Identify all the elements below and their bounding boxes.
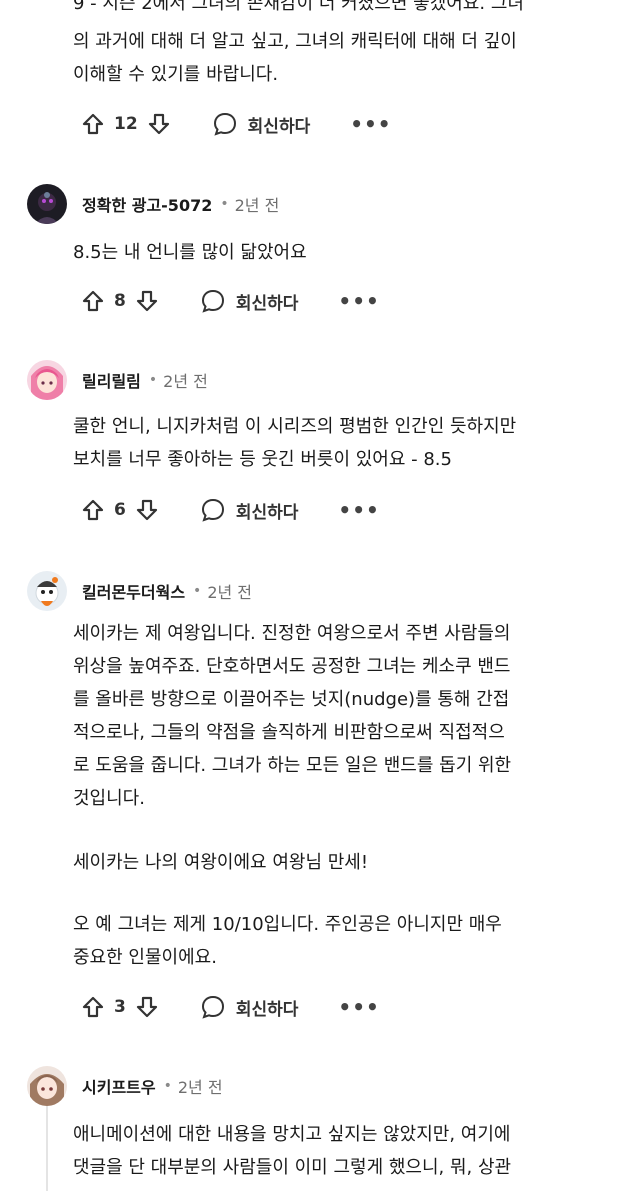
comment-body-line: 쿨한 언니, 니지카처럼 이 시리즈의 평범한 인간인 듯하지만 xyxy=(73,416,517,437)
comment-body-line: 세이카는 제 여왕입니다. 진정한 여왕으로서 주변 사람들의 xyxy=(73,623,511,644)
separator-dot: • xyxy=(193,583,202,599)
timestamp: 2년 전 xyxy=(177,1078,223,1097)
more-options-icon[interactable]: ••• xyxy=(350,114,391,134)
separator-dot: • xyxy=(163,1078,172,1094)
comment-body-line: 세이카는 나의 여왕이에요 여왕님 만세! xyxy=(73,852,369,873)
downvote-arrow-icon[interactable] xyxy=(134,994,160,1020)
comment-body-line: 위상을 높여주죠. 단호하면서도 공정한 그녀는 케소쿠 밴드 xyxy=(73,656,511,677)
chat-bubble-icon xyxy=(212,111,238,137)
timestamp: 2년 전 xyxy=(207,583,253,602)
avatar[interactable] xyxy=(27,360,67,400)
comment-actions: 12 회신하다 ••• xyxy=(80,104,392,144)
chat-bubble-icon xyxy=(200,497,226,523)
vote-count: 3 xyxy=(114,997,126,1017)
comment-header: 정확한 광고-5072 • 2년 전 xyxy=(27,182,279,226)
separator-dot: • xyxy=(220,196,229,212)
more-options-icon[interactable]: ••• xyxy=(338,997,379,1017)
comment-body-line: 9 - 시즌 2에서 그녀의 존재감이 더 커졌으면 좋겠어요. 그녀 xyxy=(73,0,524,14)
downvote-arrow-icon[interactable] xyxy=(134,497,160,523)
comment-body-line: 중요한 인물이에요. xyxy=(73,947,217,968)
reply-button[interactable]: 회신하다 xyxy=(200,497,299,523)
avatar[interactable] xyxy=(27,1066,67,1106)
vote-count: 6 xyxy=(114,500,126,520)
comment-body-line: 8.5는 내 언니를 많이 닮았어요 xyxy=(73,242,307,263)
comment-body-line: 로 도움을 줍니다. 그녀가 하는 모든 일은 밴드를 돕기 위한 xyxy=(73,755,512,776)
comment-body-line: 를 올바른 방향으로 이끌어주는 넛지(nudge)를 통해 간접 xyxy=(73,689,510,710)
comment-body-line: 의 과거에 대해 더 알고 싶고, 그녀의 캐릭터에 대해 더 깊이 xyxy=(73,31,517,52)
reply-label: 회신하다 xyxy=(235,293,299,314)
username[interactable]: 시키프트우 xyxy=(82,1074,156,1098)
comment-actions: 8 회신하다 ••• xyxy=(80,281,380,321)
downvote-arrow-icon[interactable] xyxy=(146,111,172,137)
reply-label: 회신하다 xyxy=(235,999,299,1020)
more-options-icon[interactable]: ••• xyxy=(338,500,379,520)
username[interactable]: 정확한 광고-5072 xyxy=(82,192,212,216)
comment-actions: 6 회신하다 ••• xyxy=(80,490,380,530)
reply-button[interactable]: 회신하다 xyxy=(200,994,299,1020)
chat-bubble-icon xyxy=(200,288,226,314)
avatar[interactable] xyxy=(27,571,67,611)
username[interactable]: 릴리릴림 xyxy=(82,368,141,392)
comment-body-line: 적으로나, 그들의 약점을 솔직하게 비판함으로써 직접적으 xyxy=(73,722,505,743)
comment-body-line: 댓글을 단 대부분의 사람들이 이미 그렇게 했으니, 뭐, 상관 xyxy=(73,1157,512,1178)
downvote-arrow-icon[interactable] xyxy=(134,288,160,314)
reply-label: 회신하다 xyxy=(247,116,311,137)
vote-count: 8 xyxy=(114,291,126,311)
separator-dot: • xyxy=(148,372,158,388)
chat-bubble-icon xyxy=(200,994,226,1020)
upvote-arrow-icon[interactable] xyxy=(80,288,106,314)
more-options-icon[interactable]: ••• xyxy=(338,291,379,311)
comment-header: 릴리릴림 • 2년 전 xyxy=(27,358,208,402)
comment-body-line: 것입니다. xyxy=(73,788,145,809)
comment-actions: 3 회신하다 ••• xyxy=(80,987,380,1027)
comment-body-line: 애니메이션에 대한 내용을 망치고 싶지는 않았지만, 여기에 xyxy=(73,1124,511,1145)
reply-button[interactable]: 회신하다 xyxy=(200,288,299,314)
timestamp: 2년 전 xyxy=(234,196,280,215)
comment-body-line: 보치를 너무 좋아하는 등 웃긴 버릇이 있어요 - 8.5 xyxy=(73,449,452,470)
reply-button[interactable]: 회신하다 xyxy=(212,111,311,137)
comment-body-line: 이해할 수 있기를 바랍니다. xyxy=(73,64,279,85)
username[interactable]: 킬러몬두더웍스 xyxy=(82,579,185,603)
comment-body-line: 오 예 그녀는 제게 10/10입니다. 주인공은 아니지만 매우 xyxy=(73,914,502,935)
comment-header: 시키프트우 • 2년 전 xyxy=(27,1064,223,1108)
comment-header: 킬러몬두더웍스 • 2년 전 xyxy=(27,569,252,613)
vote-count: 12 xyxy=(114,114,138,134)
timestamp: 2년 전 xyxy=(163,372,208,391)
avatar[interactable] xyxy=(27,184,67,224)
reply-label: 회신하다 xyxy=(235,502,299,523)
upvote-arrow-icon[interactable] xyxy=(80,497,106,523)
upvote-arrow-icon[interactable] xyxy=(80,111,106,137)
upvote-arrow-icon[interactable] xyxy=(80,994,106,1020)
